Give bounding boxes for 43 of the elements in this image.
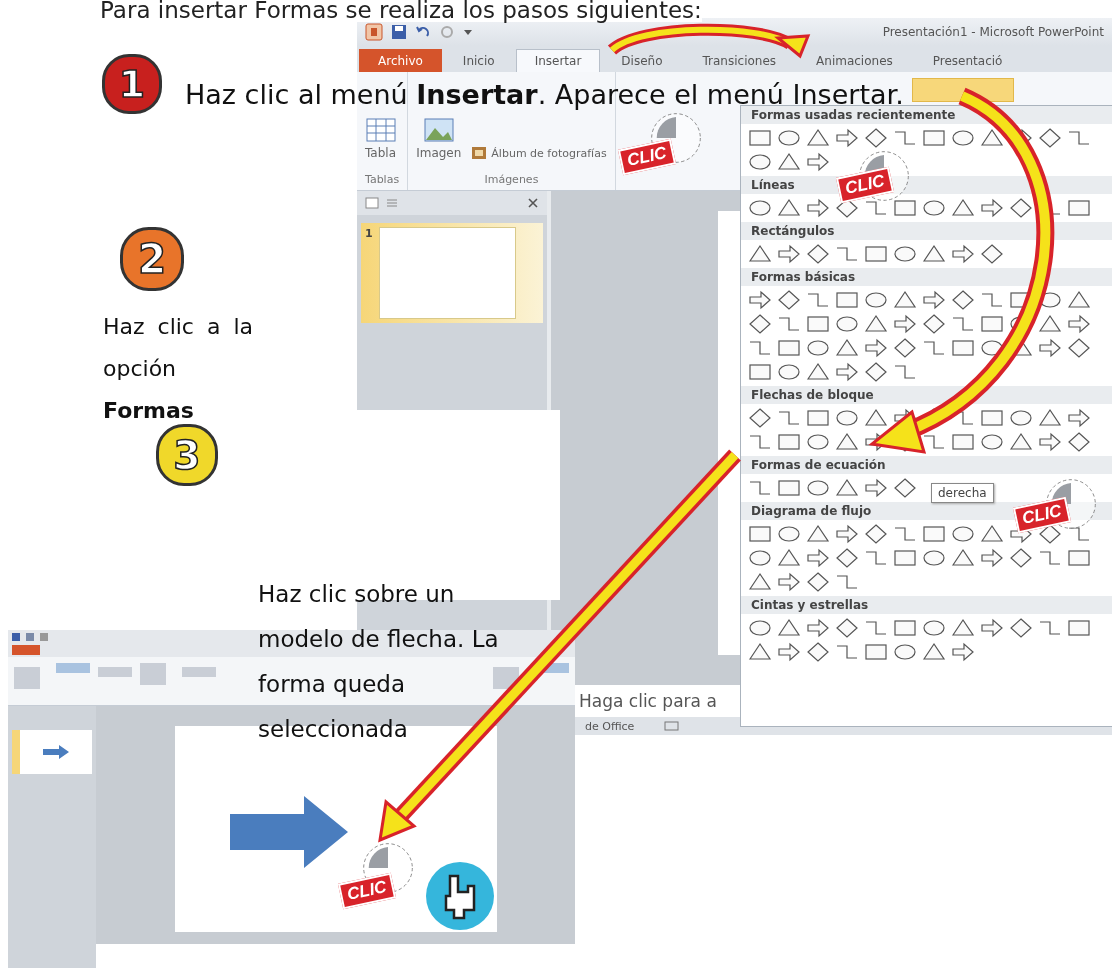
ribbon-tab[interactable]: Insertar <box>515 49 601 72</box>
highlighted-button[interactable] <box>912 78 1014 102</box>
photo-album-icon <box>471 146 488 160</box>
group-label: Tablas <box>365 173 400 186</box>
file-tab[interactable] <box>12 645 40 656</box>
step-text: Haz clic a la opción Formas <box>103 313 253 425</box>
language-icon <box>664 720 681 732</box>
section-header: Formas básicas <box>741 268 1112 286</box>
group-label: Imágenes <box>483 173 540 186</box>
ribbon-button[interactable]: Imagen <box>416 118 462 164</box>
ribbon-tab[interactable]: Diseño <box>602 49 682 72</box>
step-text: Haz clic sobre un modelo de flecha. La forma queda seleccionada <box>258 580 500 744</box>
slide-thumbnail[interactable] <box>12 730 92 774</box>
ribbon-button[interactable]: Tabla <box>365 118 396 164</box>
save-icon[interactable] <box>391 24 407 40</box>
close-icon[interactable] <box>527 197 539 209</box>
ribbon-tab[interactable]: Animaciones <box>797 49 912 72</box>
table-icon <box>365 118 396 142</box>
ribbon-tab[interactable]: Inicio <box>443 49 514 72</box>
image-icon <box>423 118 454 142</box>
ribbon-tab[interactable]: Transiciones <box>683 49 796 72</box>
status-text: de Office <box>585 719 635 733</box>
window-title: Presentación1 - Microsoft PowerPoint <box>882 25 1104 39</box>
slide-number: 1 <box>365 227 373 242</box>
ribbon-button[interactable]: Álbum de fotografías <box>471 144 607 162</box>
quick-access-icon <box>12 631 48 642</box>
section-header: Rectángulos <box>741 222 1112 240</box>
ribbon-tab[interactable]: Presentació <box>913 49 1022 72</box>
caret-icon[interactable] <box>463 27 473 37</box>
ribbon-tab[interactable]: Archivo <box>359 49 442 72</box>
step-number: 1 <box>102 54 162 114</box>
heading-text: Para insertar Formas se realiza los pasos siguientes: <box>100 0 702 22</box>
step-number: 3 <box>156 424 218 486</box>
section-header: Formas de ecuación <box>741 456 1112 474</box>
arrow-shape-icon <box>43 745 69 759</box>
section-header: Formas usadas recientemente <box>741 106 1112 124</box>
slide-thumbnail[interactable]: 1 <box>361 223 543 323</box>
tooltip: derecha <box>931 483 994 503</box>
section-header: Flechas de bloque <box>741 386 1112 404</box>
step-number: 2 <box>120 227 184 291</box>
section-header: Cintas y estrellas <box>741 596 1112 614</box>
app-logo-icon <box>365 23 383 41</box>
notes-placeholder[interactable]: Haga clic para a <box>579 691 717 711</box>
